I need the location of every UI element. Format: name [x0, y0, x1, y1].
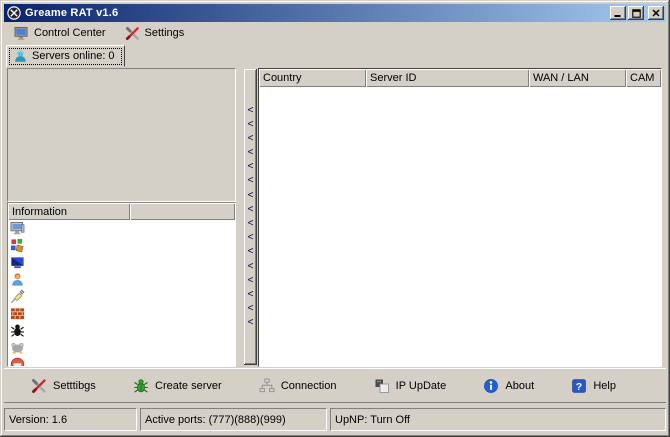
black-bug-icon — [10, 323, 25, 338]
server-list: Country Server ID WAN / LAN CAM — [258, 68, 662, 367]
information-blank-header[interactable] — [130, 203, 235, 220]
list-item[interactable] — [8, 271, 235, 288]
about-button[interactable]: About — [483, 378, 534, 394]
monitor-icon — [14, 26, 29, 41]
menu-item-label: Settings — [145, 27, 185, 39]
status-active-ports: Active ports: (777)(888)(999) — [140, 408, 327, 431]
chevron-left-glyph: < — [248, 316, 254, 330]
syringe-icon — [10, 289, 25, 304]
toolbar-item-label: Setttibgs — [53, 380, 96, 392]
tab-focus-rect: Servers online: 0 — [9, 48, 122, 65]
toolbar-item-label: About — [505, 380, 534, 392]
status-upnp: UpNP: Turn Off — [330, 408, 666, 431]
list-item[interactable] — [8, 356, 235, 366]
display-icon — [10, 255, 25, 270]
green-bug-icon — [133, 378, 149, 394]
chevron-left-glyph: < — [248, 302, 254, 316]
info-circle-icon — [483, 378, 499, 394]
toolbar-item-label: Create server — [155, 380, 222, 392]
user-icon — [10, 272, 25, 287]
chevron-left-glyph: < — [248, 217, 254, 231]
list-item[interactable] — [8, 237, 235, 254]
layered-squares-icon — [374, 378, 390, 394]
list-item[interactable] — [8, 220, 235, 237]
chevron-left-glyph: < — [248, 274, 254, 288]
menubar: Control Center Settings — [4, 22, 666, 44]
chevron-left-glyph: < — [248, 104, 254, 118]
close-icon — [652, 9, 660, 17]
connection-button[interactable]: Connection — [259, 378, 337, 394]
app-icon — [7, 6, 21, 20]
chevron-left-glyph: < — [248, 288, 254, 302]
flag-preview-panel — [7, 68, 236, 202]
list-item[interactable] — [8, 339, 235, 356]
status-version: Version: 1.6 — [4, 408, 137, 431]
toolbar-item-label: Help — [593, 380, 616, 392]
online-user-icon — [13, 49, 27, 63]
crossed-tools-icon — [125, 26, 140, 41]
help-button[interactable]: ? Help — [571, 378, 616, 394]
minimize-icon — [614, 9, 622, 17]
list-item[interactable] — [8, 305, 235, 322]
tab-bar: Servers online: 0 — [4, 44, 666, 67]
chevron-left-glyph: < — [248, 174, 254, 188]
svg-text:?: ? — [576, 381, 582, 393]
toolbar-item-label: IP UpDate — [396, 380, 447, 392]
column-header-wan-lan[interactable]: WAN / LAN — [529, 69, 626, 87]
components-icon — [10, 238, 25, 253]
chevron-left-glyph: < — [248, 260, 254, 274]
crossed-tools-icon — [31, 378, 47, 394]
firewall-icon — [10, 306, 25, 321]
list-item[interactable] — [8, 322, 235, 339]
statusbar: Version: 1.6 Active ports: (777)(888)(99… — [4, 404, 666, 433]
window-title: Greame RAT v1.6 — [25, 7, 608, 19]
titlebar: Greame RAT v1.6 — [4, 4, 666, 22]
server-list-body[interactable] — [259, 87, 661, 366]
computer-icon — [10, 221, 25, 236]
minimize-button[interactable] — [610, 6, 626, 20]
alert-icon — [10, 357, 25, 366]
chevron-left-glyph: < — [248, 146, 254, 160]
chevron-left-glyph: < — [248, 231, 254, 245]
settings-button[interactable]: Setttibgs — [31, 378, 96, 394]
chevron-left-glyph: < — [248, 189, 254, 203]
tab-servers-online[interactable]: Servers online: 0 — [6, 45, 125, 67]
chevron-left-glyph: < — [248, 160, 254, 174]
menu-control-center[interactable]: Control Center — [11, 25, 109, 42]
information-panel: Information — [7, 202, 236, 367]
toolbar-item-label: Connection — [281, 380, 337, 392]
maximize-icon — [632, 9, 641, 18]
create-server-button[interactable]: Create server — [133, 378, 222, 394]
list-item[interactable] — [8, 254, 235, 271]
information-list — [8, 220, 235, 366]
ip-update-button[interactable]: IP UpDate — [374, 378, 447, 394]
chevron-left-glyph: < — [248, 132, 254, 146]
server-list-header-row: Country Server ID WAN / LAN CAM — [259, 69, 661, 87]
list-item[interactable] — [8, 288, 235, 305]
column-header-cam[interactable]: CAM — [626, 69, 661, 87]
bottom-toolbar: Setttibgs Create server Connection — [4, 368, 666, 403]
maximize-button[interactable] — [628, 6, 644, 20]
help-square-icon: ? — [571, 378, 587, 394]
close-button[interactable] — [648, 6, 664, 20]
splitter-collapse-button[interactable]: < < < < < < < < < < < < < < < < — [244, 69, 257, 365]
menu-item-label: Control Center — [34, 27, 106, 39]
network-icon — [259, 378, 275, 394]
column-header-server-id[interactable]: Server ID — [366, 69, 529, 87]
chevron-left-glyph: < — [248, 245, 254, 259]
information-header-row: Information — [8, 203, 235, 220]
mouse-icon — [10, 340, 25, 355]
chevron-left-glyph: < — [248, 203, 254, 217]
app-window: Greame RAT v1.6 Control Center — [0, 0, 670, 437]
menu-settings[interactable]: Settings — [122, 25, 188, 42]
information-column-header[interactable]: Information — [8, 203, 130, 220]
column-header-country[interactable]: Country — [259, 69, 366, 87]
chevron-left-glyph: < — [248, 118, 254, 132]
tab-label: Servers online: 0 — [32, 50, 115, 62]
